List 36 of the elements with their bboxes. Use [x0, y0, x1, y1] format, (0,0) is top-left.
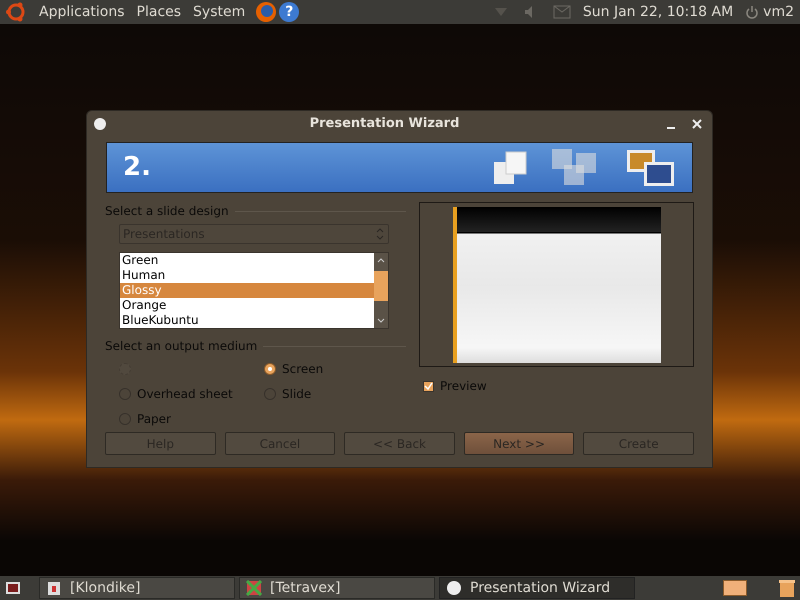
clock[interactable]: Sun Jan 22, 10:18 AM	[582, 2, 734, 22]
taskbar-button[interactable]: [Tetravex]	[239, 577, 435, 599]
step-number: 2.	[123, 151, 152, 184]
trash-icon[interactable]	[777, 578, 797, 598]
taskbar-button[interactable]: [Klondike]	[39, 577, 235, 599]
help-button[interactable]: ?	[279, 2, 300, 22]
section-heading: Select a slide design	[105, 203, 229, 220]
list-item[interactable]: Human	[120, 268, 374, 283]
browser-icon[interactable]	[255, 1, 278, 23]
app-icon	[93, 117, 107, 131]
list-item[interactable]: BlueKubuntu	[120, 313, 374, 328]
power-icon[interactable]	[745, 5, 760, 19]
app-icon	[446, 580, 462, 596]
tiles-icon	[246, 580, 262, 596]
cards-icon	[46, 580, 62, 596]
preview-checkbox[interactable]	[423, 380, 434, 392]
user-name[interactable]: vm2	[763, 2, 794, 22]
menu-item[interactable]: Applications	[35, 2, 129, 22]
show-desktop-icon[interactable]	[5, 581, 21, 595]
pictures-icon	[626, 148, 676, 186]
list-item[interactable]: Glossy	[120, 283, 374, 298]
radio-button[interactable]	[264, 362, 276, 374]
mail-icon[interactable]	[552, 5, 571, 19]
scrollbar[interactable]	[374, 253, 388, 328]
menu-item[interactable]: System	[189, 2, 250, 22]
logo-icon[interactable]	[5, 1, 27, 23]
taskbar-button[interactable]: Presentation Wizard	[439, 577, 635, 599]
scrollbar-thumb[interactable]	[374, 271, 388, 301]
list-item[interactable]: Orange	[120, 298, 374, 313]
workspace-switcher[interactable]	[723, 580, 747, 596]
list-item[interactable]: Green	[120, 253, 374, 268]
dialog-button[interactable]: Next >>	[464, 432, 574, 455]
updown-icon	[375, 227, 385, 241]
menu-item[interactable]: Places	[132, 2, 186, 22]
window-title: Presentation Wizard	[308, 115, 460, 134]
section-heading: Select an output medium	[105, 338, 258, 355]
